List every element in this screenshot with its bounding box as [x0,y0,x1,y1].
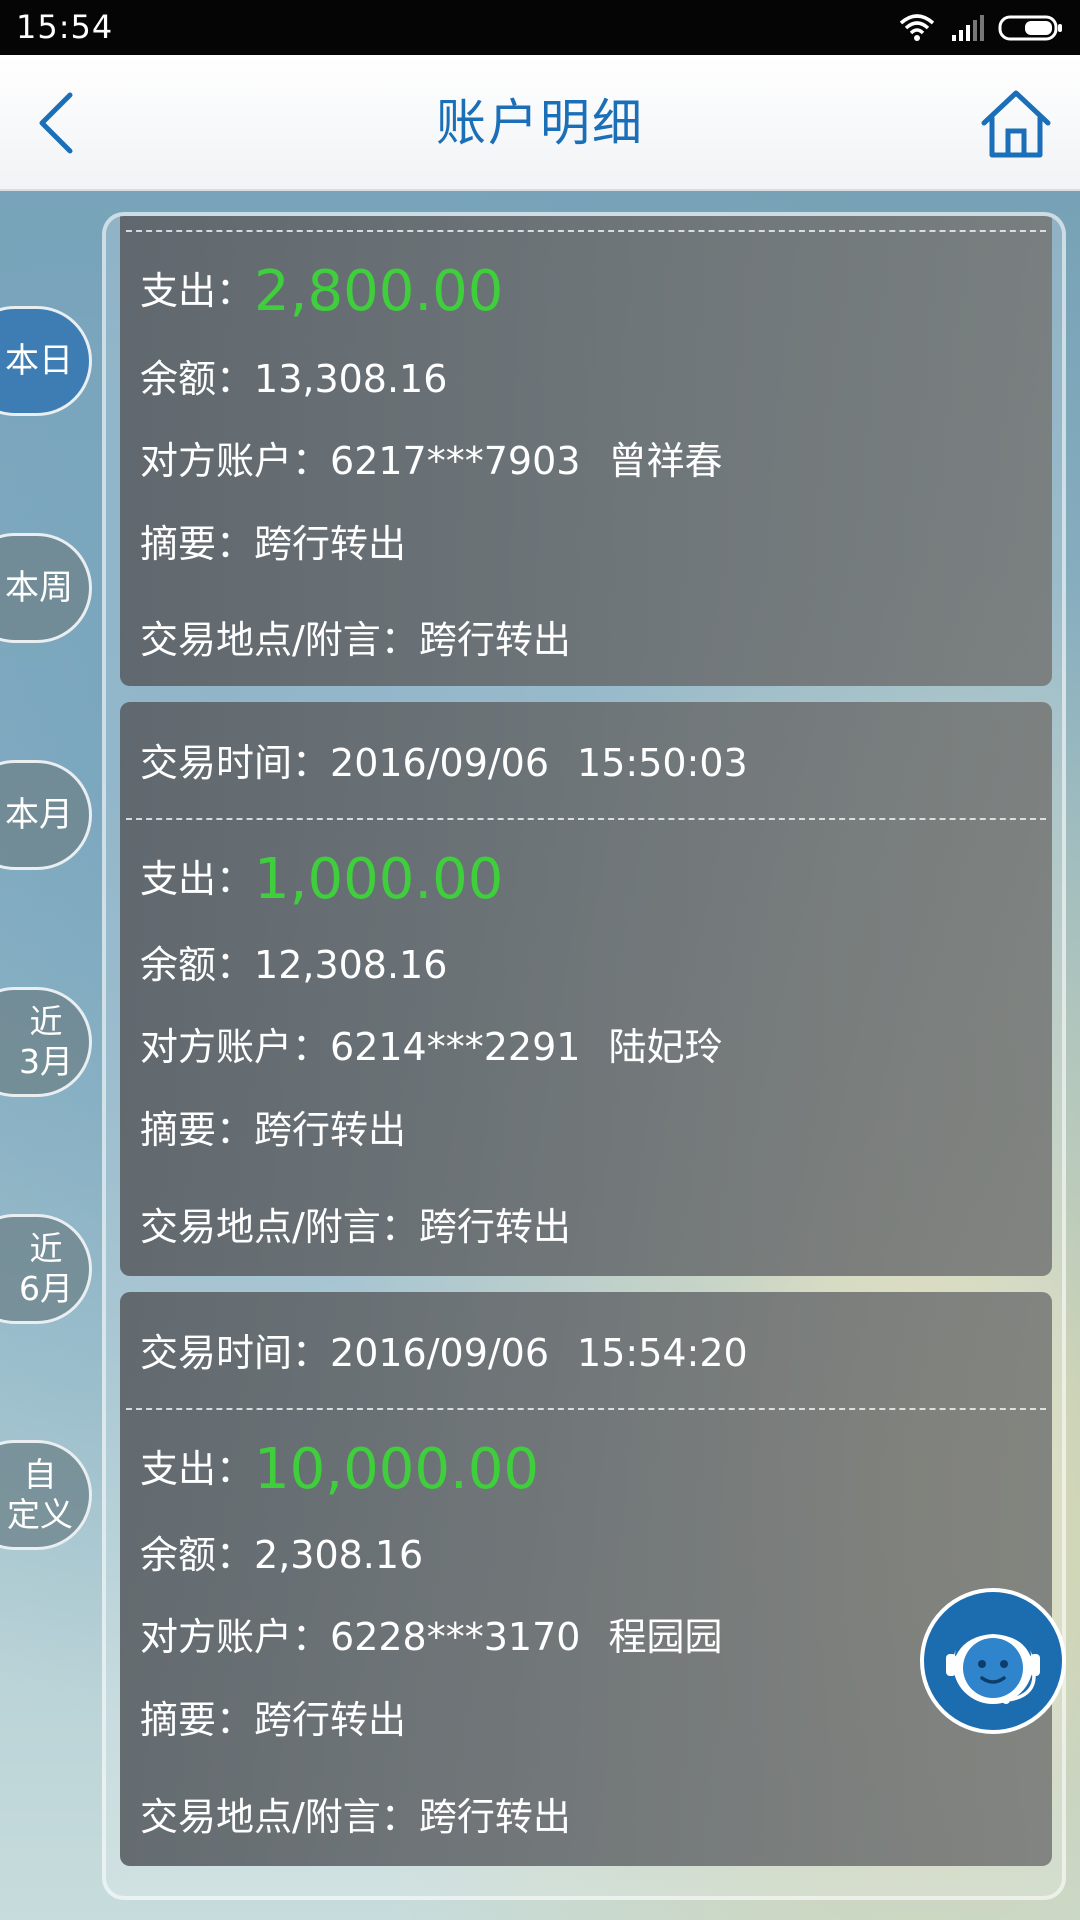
location-label: 交易地点/附言： [140,1205,419,1249]
card-divider [126,818,1046,820]
transaction-date: 2016/09/06 [330,741,550,785]
counterparty-account: 6214***2291 [330,1025,581,1069]
location-label: 交易地点/附言： [140,618,419,662]
location-label: 交易地点/附言： [140,1795,419,1839]
counterparty-name: 程园园 [608,1615,723,1659]
counterparty-label: 对方账户： [140,1615,331,1659]
balance-label: 余额： [140,1533,255,1577]
location-value: 跨行转出 [418,1205,571,1249]
balance-label: 余额： [140,357,255,401]
counterparty-row: 对方账户：6228***3170 程园园 [140,1614,722,1660]
balance-row: 余额：13,308.16 [140,356,447,402]
expense-amount: 1,000.00 [254,847,504,912]
summary-row: 摘要：跨行转出 [140,521,406,567]
counterparty-account: 6217***7903 [330,439,581,483]
transaction-time: 15:54:20 [577,1331,748,1375]
location-value: 跨行转出 [418,1795,571,1839]
counterparty-row: 对方账户：6214***2291 陆妃玲 [140,1024,722,1070]
expense-label: 支出： [140,857,255,901]
summary-label: 摘要： [140,1698,255,1742]
location-row: 交易地点/附言：跨行转出 [140,617,571,663]
transaction-card[interactable]: 支出：2,800.00 余额：13,308.16 对方账户：6217***790… [120,216,1052,686]
expense-label: 支出： [140,269,255,313]
home-button[interactable] [978,85,1054,161]
location-row: 交易地点/附言：跨行转出 [140,1794,571,1840]
status-bar: 15:54 [0,0,1080,55]
header: 账户明细 [0,55,1080,191]
counterparty-name: 曾祥春 [608,439,723,483]
counterparty-label: 对方账户： [140,1025,331,1069]
expense-row: 支出：10,000.00 [140,1440,539,1500]
summary-value: 跨行转出 [254,522,407,566]
balance-row: 余额：2,308.16 [140,1532,423,1578]
wifi-icon [899,14,935,41]
page-title: 账户明细 [436,94,644,152]
counterparty-label: 对方账户： [140,439,331,483]
time-row: 交易时间：2016/09/06 15:50:03 [140,740,748,786]
expense-row: 支出：2,800.00 [140,262,503,322]
card-divider [126,230,1046,232]
balance-value: 13,308.16 [254,357,448,401]
balance-row: 余额：12,308.16 [140,942,447,988]
transaction-date: 2016/09/06 [330,1331,550,1375]
card-divider [126,1408,1046,1410]
customer-service-button[interactable] [920,1588,1066,1734]
summary-value: 跨行转出 [254,1698,407,1742]
summary-row: 摘要：跨行转出 [140,1697,406,1743]
counterparty-name: 陆妃玲 [608,1025,723,1069]
time-row: 交易时间：2016/09/06 15:54:20 [140,1330,748,1376]
transaction-time: 15:50:03 [577,741,748,785]
time-label: 交易时间： [140,1331,331,1375]
counterparty-row: 对方账户：6217***7903 曾祥春 [140,438,722,484]
summary-label: 摘要： [140,522,255,566]
time-label: 交易时间： [140,741,331,785]
summary-row: 摘要：跨行转出 [140,1107,406,1153]
expense-amount: 2,800.00 [254,259,504,324]
expense-label: 支出： [140,1447,255,1491]
summary-value: 跨行转出 [254,1108,407,1152]
summary-label: 摘要： [140,1108,255,1152]
balance-value: 12,308.16 [254,943,448,987]
customer-service-agent-icon [946,1618,1040,1704]
location-value: 跨行转出 [418,618,571,662]
home-icon [981,90,1051,158]
counterparty-account: 6228***3170 [330,1615,581,1659]
expense-amount: 10,000.00 [254,1437,540,1502]
balance-value: 2,308.16 [254,1533,424,1577]
signal-icon [952,15,984,41]
transaction-card[interactable]: 交易时间：2016/09/06 15:50:03 支出：1,000.00 余额：1… [120,702,1052,1276]
location-row: 交易地点/附言：跨行转出 [140,1204,571,1250]
battery-icon [998,15,1062,41]
status-time: 15:54 [16,8,114,46]
expense-row: 支出：1,000.00 [140,850,503,910]
status-icons [898,10,1064,46]
transaction-card[interactable]: 交易时间：2016/09/06 15:54:20 支出：10,000.00 余额：… [120,1292,1052,1866]
balance-label: 余额： [140,943,255,987]
